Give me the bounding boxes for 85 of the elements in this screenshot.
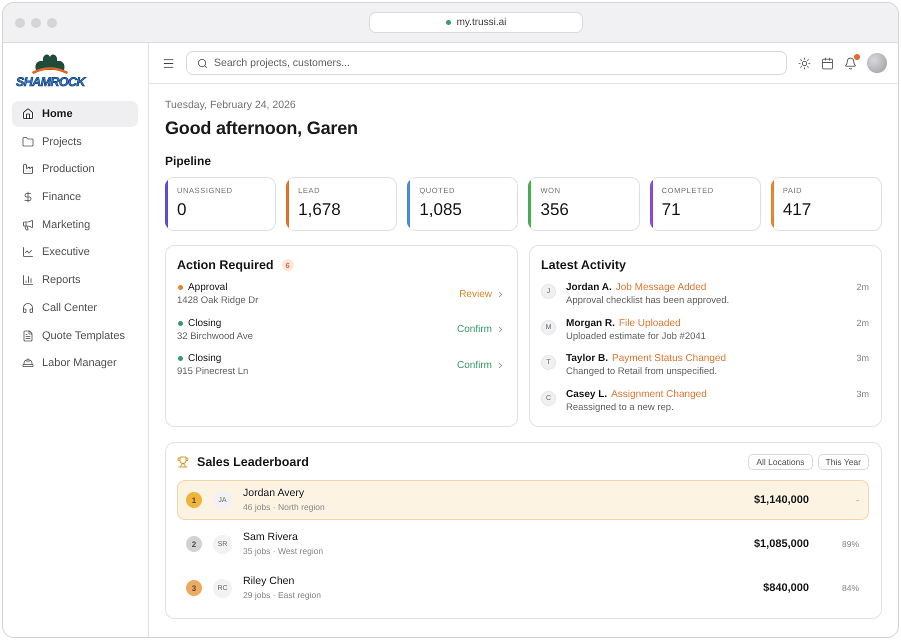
- rep-name: Jordan Avery: [243, 487, 304, 500]
- activity-event: File Uploaded: [618, 316, 681, 330]
- dollar-icon: [22, 191, 34, 204]
- headphones-icon: [22, 302, 34, 314]
- activity-user: Casey L.: [566, 388, 608, 400]
- greeting-title: Good afternoon, Garen: [165, 117, 359, 140]
- share-percent: -: [855, 495, 859, 505]
- sales-amount: $840,000: [763, 582, 809, 594]
- nav-item[interactable]: Finance: [12, 184, 138, 210]
- rank-badge: 3: [186, 580, 202, 596]
- sales-amount: $1,140,000: [754, 494, 809, 506]
- factory-icon: [22, 163, 34, 176]
- date-text: Tuesday, February 24, 2026: [165, 98, 297, 112]
- nav-item[interactable]: Reports: [12, 267, 138, 294]
- card-title: Sales Leaderboard: [197, 454, 309, 470]
- nav-item[interactable]: Marketing: [12, 212, 138, 238]
- share-percent: 84%: [840, 583, 859, 593]
- rep-meta: 46 jobs · North region: [243, 501, 325, 513]
- nav-item[interactable]: Projects: [12, 128, 138, 155]
- share-percent: 89%: [840, 539, 859, 549]
- sun-icon[interactable]: [798, 56, 811, 70]
- stage-value: 0: [177, 200, 188, 220]
- stage-value: 417: [782, 200, 812, 220]
- chevron-right-icon: [496, 325, 505, 334]
- chevron-right-icon: [496, 360, 505, 370]
- bar-chart-icon: [22, 274, 34, 286]
- activity-user: Jordan A.: [566, 281, 612, 294]
- home-icon: [22, 108, 34, 120]
- card-title: Action Required: [177, 257, 274, 273]
- activity-time: 2m: [856, 316, 869, 330]
- calendar-icon[interactable]: [821, 56, 834, 70]
- chevron-right-icon: [496, 290, 505, 298]
- section-title: Pipeline: [165, 153, 212, 169]
- activity-user: Morgan R.: [566, 316, 615, 330]
- action-type: Approval: [188, 281, 228, 294]
- sales-amount: $1,085,000: [754, 538, 809, 550]
- address-text: 915 Pinecrest Ln: [177, 365, 248, 378]
- trophy-icon: [177, 456, 189, 468]
- filter-button[interactable]: This Year: [818, 454, 869, 470]
- action-type: Closing: [188, 352, 222, 365]
- activity-user: Taylor B.: [566, 352, 608, 365]
- stage-value: 1,678: [298, 200, 341, 220]
- activity-time: 3m: [856, 388, 869, 400]
- folder-icon: [22, 136, 34, 148]
- nav-item[interactable]: Executive: [12, 239, 138, 266]
- rank-badge: 2: [186, 536, 202, 552]
- rank-badge: 1: [186, 492, 202, 508]
- address-text: 1428 Oak Ridge Dr: [177, 294, 258, 307]
- activity-detail: Uploaded estimate for Job #2041: [566, 330, 707, 342]
- activity-time: 3m: [856, 352, 869, 365]
- megaphone-icon: [22, 218, 34, 231]
- hard-hat-icon: [22, 357, 34, 370]
- search-icon: [197, 58, 208, 68]
- rep-meta: 35 jobs · West region: [243, 545, 324, 557]
- nav-item[interactable]: Quote Templates: [12, 322, 138, 348]
- document-icon: [22, 330, 34, 342]
- filter-button[interactable]: All Locations: [748, 454, 813, 470]
- rep-meta: 29 jobs · East region: [243, 589, 321, 601]
- nav-item[interactable]: Labor Manager: [12, 350, 138, 376]
- stage-value: 71: [662, 200, 682, 220]
- search-field[interactable]: Search projects, customers...: [186, 51, 787, 75]
- bell-icon[interactable]: [844, 56, 857, 70]
- activity-time: 2m: [856, 281, 869, 294]
- rep-name: Sam Rivera: [243, 531, 298, 544]
- url-text: my.trussi.ai: [456, 17, 506, 28]
- activity-event: Job Message Added: [616, 281, 706, 294]
- card-title: Latest Activity: [541, 257, 626, 273]
- secure-dot-icon: [446, 20, 451, 25]
- url-bar[interactable]: my.trussi.ai: [369, 12, 583, 33]
- line-chart-icon: [22, 246, 34, 258]
- activity-detail: Reassigned to a new rep.: [566, 400, 675, 414]
- activity-detail: Changed to Retail from unspecified.: [566, 365, 718, 378]
- activity-event: Assignment Changed: [611, 388, 707, 400]
- menu-icon[interactable]: [162, 56, 175, 70]
- logo-text: SHAMROCK: [16, 75, 85, 89]
- stage-value: 356: [540, 200, 569, 220]
- nav-item[interactable]: Production: [12, 156, 138, 182]
- stage-value: 1,085: [419, 200, 462, 220]
- rep-name: Riley Chen: [243, 575, 294, 588]
- action-type: Closing: [188, 316, 222, 330]
- activity-event: Payment Status Changed: [612, 352, 726, 365]
- nav-item[interactable]: Call Center: [12, 294, 138, 321]
- activity-detail: Approval checklist has been approved.: [566, 294, 730, 307]
- nav-item[interactable]: Home: [12, 101, 138, 127]
- address-text: 32 Birchwood Ave: [177, 330, 253, 342]
